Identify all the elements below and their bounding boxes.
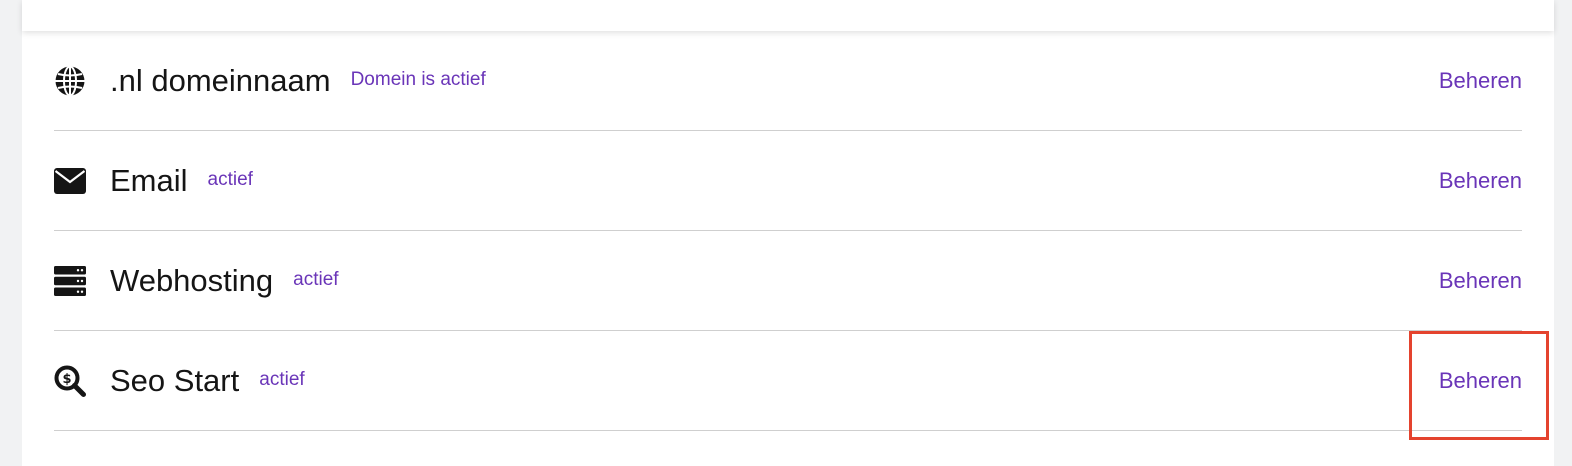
service-row-email: Email actief Beheren <box>54 131 1522 231</box>
service-name-text: Email <box>110 162 188 198</box>
service-status: actief <box>259 368 305 390</box>
seo-search-dollar-icon: $ <box>54 365 86 397</box>
service-name-text: .nl domeinnaam <box>110 62 331 98</box>
services-card: .nl domeinnaam Domein is actief Beheren … <box>22 31 1554 466</box>
service-row-webhosting: Webhosting actief Beheren <box>54 231 1522 331</box>
manage-email-link[interactable]: Beheren <box>1439 168 1522 194</box>
envelope-icon <box>54 165 86 197</box>
globe-icon <box>54 65 86 97</box>
service-row-domain: .nl domeinnaam Domein is actief Beheren <box>54 31 1522 131</box>
service-row-seo: $ Seo Start actief Beheren <box>54 331 1522 431</box>
service-name: Webhosting actief <box>110 263 339 299</box>
top-card <box>22 0 1554 31</box>
service-name-text: Webhosting <box>110 262 274 298</box>
service-name: .nl domeinnaam Domein is actief <box>110 63 486 99</box>
manage-domain-link[interactable]: Beheren <box>1439 68 1522 94</box>
manage-seo-link[interactable]: Beheren <box>1439 368 1522 394</box>
service-name-text: Seo Start <box>110 362 240 398</box>
services-list: .nl domeinnaam Domein is actief Beheren … <box>54 31 1522 431</box>
service-status: Domein is actief <box>350 68 486 90</box>
service-status: actief <box>207 168 253 190</box>
service-name: Email actief <box>110 163 253 199</box>
service-status: actief <box>293 268 339 290</box>
server-icon <box>54 265 86 297</box>
page: .nl domeinnaam Domein is actief Beheren … <box>0 0 1572 466</box>
svg-text:$: $ <box>62 372 71 387</box>
service-name: Seo Start actief <box>110 363 305 399</box>
manage-webhosting-link[interactable]: Beheren <box>1439 268 1522 294</box>
